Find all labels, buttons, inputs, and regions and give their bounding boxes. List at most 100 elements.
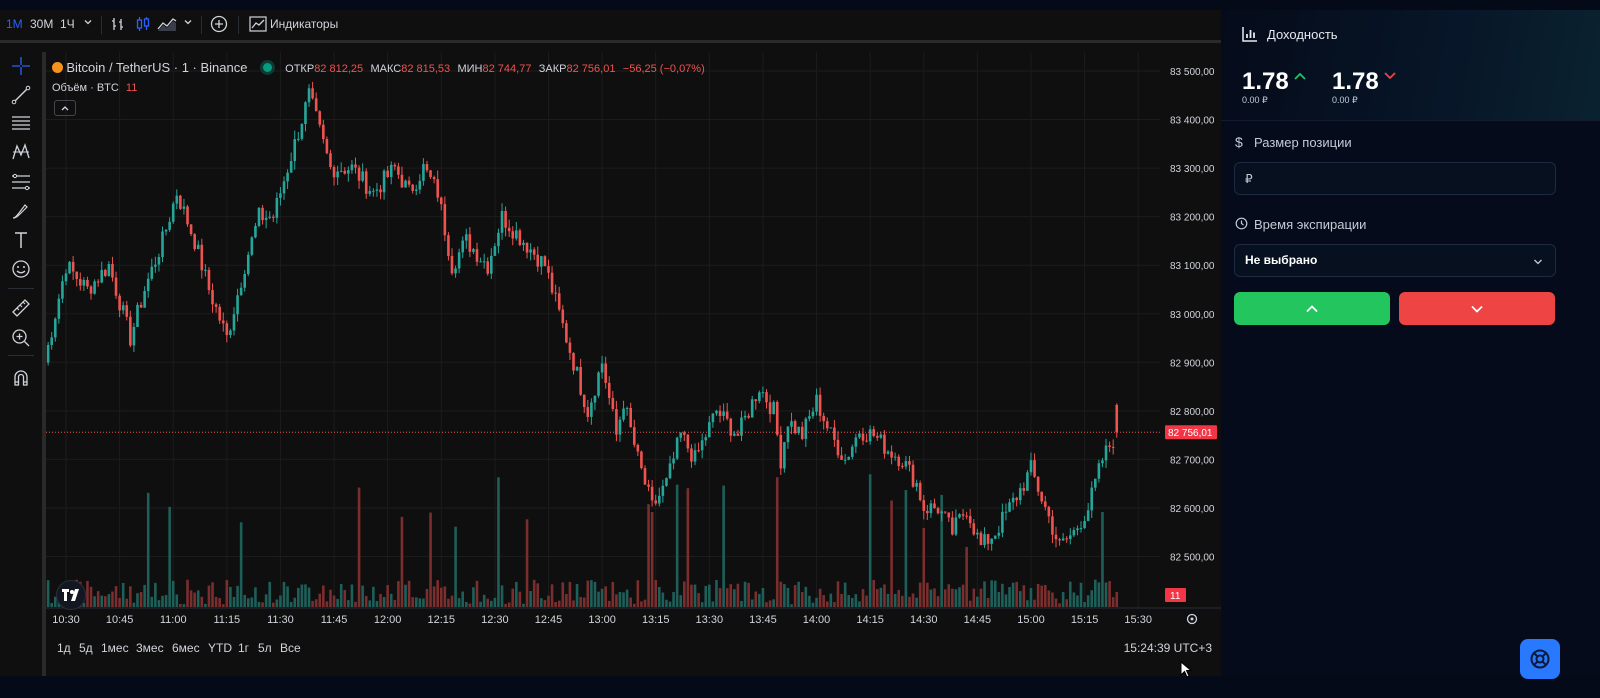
fib-tool-icon[interactable] (9, 170, 33, 194)
candle-body (947, 512, 951, 518)
bars-style-icon[interactable] (110, 16, 126, 35)
range-5d[interactable]: 5д (79, 641, 93, 655)
pattern-tool-icon[interactable] (9, 140, 33, 164)
volume-bar (46, 580, 50, 607)
candle-body (129, 316, 132, 346)
candle-body (761, 392, 765, 394)
candle-body (672, 458, 675, 464)
candle-body (625, 407, 629, 409)
range-1d[interactable]: 1д (57, 641, 71, 655)
range-ytd[interactable]: YTD (208, 641, 232, 655)
buy-up-button[interactable] (1234, 292, 1390, 325)
indicators-icon[interactable] (249, 16, 267, 35)
bitcoin-logo-icon (52, 62, 63, 73)
symbol-title[interactable]: Bitcoin / TetherUS · 1 · Binance (66, 60, 247, 75)
candle-body (557, 293, 561, 310)
volume-bar (261, 602, 264, 607)
text-tool-icon[interactable] (9, 228, 33, 252)
volume-bar (1033, 599, 1036, 607)
price-axis-label: 82 700,00 (1170, 455, 1215, 466)
magnet-icon[interactable] (9, 366, 33, 390)
brush-icon[interactable] (9, 199, 33, 223)
buy-down-button[interactable] (1399, 292, 1555, 325)
volume-bar (572, 600, 575, 607)
candle-body (843, 459, 847, 461)
support-button[interactable] (1520, 639, 1560, 679)
ruler-icon[interactable] (9, 296, 33, 320)
horizontal-lines-icon[interactable] (9, 111, 33, 135)
volume-bar (790, 604, 793, 607)
candle-body (979, 532, 983, 546)
candle-body (482, 261, 486, 263)
interval-1h[interactable]: 1Ч (60, 17, 75, 31)
tradingview-logo-icon[interactable] (56, 580, 86, 610)
range-3m[interactable]: 3мес (136, 641, 164, 655)
candle-body (218, 306, 221, 321)
volume-bar (565, 593, 568, 607)
range-1y[interactable]: 1г (238, 641, 249, 655)
candle-body (850, 446, 854, 457)
volume-bar (200, 596, 204, 607)
volume-bar (632, 603, 636, 607)
volume-bar (715, 579, 718, 607)
candle-body (275, 197, 279, 218)
compare-add-icon[interactable] (210, 15, 228, 36)
volume-bar (411, 597, 414, 607)
price-chart[interactable]: 83 500,00 83 400,00 83 300,00 83 200,00 83 1… (43, 52, 1246, 630)
candle-body (529, 249, 532, 253)
chevron-down-icon (1471, 305, 1483, 313)
volume-bar (236, 585, 239, 607)
candle-body (515, 230, 518, 239)
volume-bar (121, 582, 125, 607)
trend-line-icon[interactable] (9, 83, 33, 107)
volume-bar (657, 586, 661, 607)
candle-body (657, 495, 661, 504)
range-5y[interactable]: 5л (258, 641, 272, 655)
indicators-button[interactable]: Индикаторы (270, 17, 338, 31)
volume-bar (221, 604, 225, 607)
candlestick-chart-svg[interactable]: 83 500,00 83 400,00 83 300,00 83 200,00 83 1… (43, 52, 1246, 630)
collapse-legend-button[interactable] (54, 100, 76, 116)
volume-bar (768, 600, 772, 607)
volume-bar (204, 603, 207, 607)
volume-bar (375, 600, 379, 607)
candle-body (146, 278, 150, 292)
range-6m[interactable]: 6мес (172, 641, 200, 655)
volume-bar (786, 587, 790, 607)
volume-bar (804, 586, 808, 607)
volume-bar (372, 586, 375, 607)
emoji-icon[interactable] (9, 257, 33, 281)
crosshair-icon[interactable] (9, 54, 33, 78)
position-size-placeholder: ₽ (1245, 172, 1253, 186)
candle-body (432, 177, 436, 180)
volume-bar (722, 485, 725, 607)
candle-body (111, 264, 114, 278)
candle-body (96, 281, 100, 283)
candle-body (783, 442, 786, 469)
interval-1m[interactable]: 1М (6, 17, 23, 31)
volume-bar (307, 587, 311, 607)
chart-clock[interactable]: 15:24:39 UTC+3 (1124, 641, 1212, 655)
candle-body (164, 229, 168, 232)
interval-30m[interactable]: 30М (30, 17, 53, 31)
position-size-input[interactable]: ₽ (1234, 162, 1556, 195)
volume-bar (1054, 598, 1058, 607)
area-style-icon[interactable] (157, 16, 177, 35)
volume-bar (883, 584, 886, 607)
candles-style-icon[interactable] (135, 16, 151, 35)
range-1m[interactable]: 1мес (101, 641, 129, 655)
interval-dropdown-chevron-icon[interactable] (83, 16, 93, 30)
zoom-in-icon[interactable] (9, 326, 33, 350)
volume-bar (718, 588, 722, 607)
candle-body (1061, 538, 1065, 541)
volume-bar (590, 580, 593, 607)
volume-bar (125, 598, 129, 607)
volume-bar (582, 597, 586, 607)
chart-style-chevron-icon[interactable] (183, 16, 193, 30)
time-axis-label: 14:45 (964, 614, 992, 626)
range-all[interactable]: Все (280, 641, 301, 655)
expiration-select[interactable]: Не выбрано (1234, 244, 1556, 277)
candle-body (772, 401, 775, 415)
time-axis-label: 13:00 (588, 614, 616, 626)
candle-body (754, 399, 758, 402)
